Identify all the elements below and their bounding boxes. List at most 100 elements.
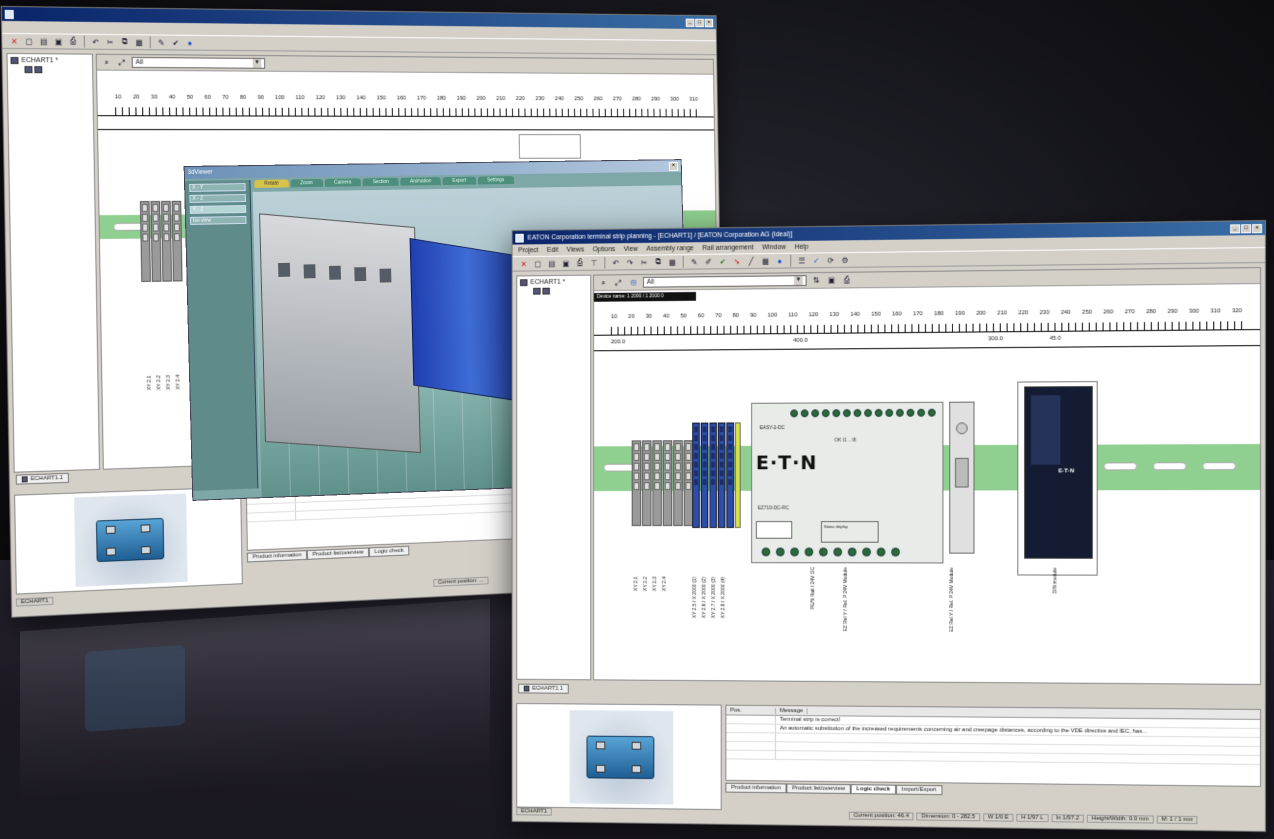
save-icon[interactable]: ▣ bbox=[560, 257, 571, 269]
globe-icon[interactable]: ● bbox=[774, 255, 785, 267]
eaton-dark-module[interactable]: E·T·N bbox=[1017, 381, 1098, 576]
open-folder-icon[interactable]: ▤ bbox=[38, 35, 50, 47]
tab-product-list[interactable]: Product list/overview bbox=[786, 783, 851, 795]
zoom-icon[interactable]: ⌕ bbox=[598, 277, 609, 289]
status-dimension: Dimension: 0 - 282.5 bbox=[916, 812, 980, 822]
search-icon[interactable]: ◎ bbox=[628, 277, 639, 289]
close-doc-icon[interactable]: ✕ bbox=[518, 258, 529, 270]
menu-rail-arrangement[interactable]: Rail arrangement bbox=[702, 244, 753, 251]
close-button[interactable]: × bbox=[1252, 223, 1263, 233]
tree-root[interactable]: ECHART1 * bbox=[520, 279, 587, 287]
viewer-tab[interactable]: Animation bbox=[400, 177, 442, 186]
close-button[interactable]: × bbox=[704, 18, 714, 27]
new-file-icon[interactable]: ▢ bbox=[532, 258, 543, 270]
filter-icon[interactable]: ⊤ bbox=[588, 257, 599, 269]
close-button[interactable]: × bbox=[668, 161, 679, 171]
tab-label: Product list/overview bbox=[312, 549, 364, 558]
zoom-icon[interactable]: ⌕ bbox=[101, 56, 113, 68]
pen-icon[interactable]: ✎ bbox=[688, 256, 699, 268]
new-file-icon[interactable]: ▢ bbox=[23, 35, 35, 47]
paste-icon[interactable]: ▦ bbox=[133, 36, 145, 48]
front-filter-combo[interactable]: All ▼ bbox=[643, 275, 807, 288]
menu-window[interactable]: Window bbox=[762, 244, 786, 251]
tab-product-information[interactable]: Product information bbox=[246, 550, 308, 563]
menu-views[interactable]: Views bbox=[567, 246, 584, 253]
menu-view[interactable]: View bbox=[624, 245, 638, 252]
copy-icon[interactable]: ⧉ bbox=[652, 256, 663, 268]
app-icon bbox=[515, 233, 524, 243]
print-icon[interactable]: ⎙ bbox=[67, 36, 79, 48]
tab-product-list[interactable]: Product list/overview bbox=[306, 547, 370, 560]
viewer-tab[interactable]: Export bbox=[442, 176, 476, 186]
copy-icon[interactable]: ⧉ bbox=[119, 36, 131, 48]
paste-icon[interactable]: ▦ bbox=[667, 256, 678, 268]
menu-edit[interactable]: Edit bbox=[547, 246, 558, 253]
fit-icon[interactable]: ⤢ bbox=[613, 277, 624, 289]
arrow-icon[interactable]: ➘ bbox=[731, 255, 742, 267]
brush-icon[interactable]: ✐ bbox=[703, 256, 714, 268]
eaton-plc-module[interactable]: EASY-2-DC E·T·N OK I1 .. I8 EZ719-DC-RC … bbox=[751, 401, 944, 564]
viewer-tab[interactable]: Section bbox=[362, 177, 399, 187]
menu-help[interactable]: Help bbox=[794, 243, 808, 250]
viewer-tab[interactable]: Rotate bbox=[254, 179, 289, 188]
minimize-button[interactable]: _ bbox=[1230, 223, 1241, 233]
tool-icon[interactable]: ✎ bbox=[155, 36, 167, 48]
ruler-number: 230 bbox=[1039, 310, 1050, 317]
tab-product-information[interactable]: Product information bbox=[725, 782, 787, 794]
device-label: XY 2.7 / X 2000 (3) bbox=[711, 576, 717, 619]
undo-icon[interactable]: ↶ bbox=[90, 36, 102, 48]
open-folder-icon[interactable]: ▤ bbox=[546, 258, 557, 270]
back-ruler: 10 20 30 40 50 60 70 80 90 100 110 120 130 140 150 160 1… bbox=[97, 94, 714, 118]
view-button[interactable]: X - Y bbox=[189, 183, 246, 192]
cut-icon[interactable]: ✂ bbox=[638, 256, 649, 268]
menu-options[interactable]: Options bbox=[593, 246, 616, 253]
sheet-tab[interactable]: ECHART1.1 bbox=[15, 472, 69, 485]
checkmark-icon[interactable]: ✔ bbox=[717, 256, 728, 268]
save-icon[interactable]: ▣ bbox=[52, 35, 64, 47]
ruler-number: 160 bbox=[396, 95, 407, 102]
print-icon[interactable]: ⎙ bbox=[574, 257, 585, 269]
plc-status-panel: Status display bbox=[820, 521, 879, 543]
grid-icon[interactable]: ▦ bbox=[760, 255, 771, 267]
ruler-number: 120 bbox=[315, 95, 326, 102]
print-icon[interactable]: ⎙ bbox=[841, 274, 853, 286]
front-canvas-toolbar: ⌕ ⤢ ◎ All ▼ ⇅ ▣ ⎙ bbox=[594, 268, 1261, 292]
back-terminal-block bbox=[139, 200, 183, 282]
view-button[interactable]: Iso view bbox=[189, 215, 247, 225]
sheet-tab[interactable]: ECHART1.1 bbox=[518, 683, 569, 694]
tab-logic-check[interactable]: Logic check bbox=[368, 545, 410, 558]
minimize-button[interactable]: _ bbox=[685, 18, 695, 27]
back-product-preview bbox=[14, 486, 243, 595]
settings-icon[interactable]: ⚙ bbox=[839, 254, 851, 266]
info-icon[interactable]: ● bbox=[184, 37, 196, 49]
viewer-tab[interactable]: Camera bbox=[324, 178, 362, 187]
refresh-icon[interactable]: ⟳ bbox=[825, 254, 837, 266]
viewer-tab[interactable]: Settings bbox=[477, 176, 514, 185]
ruler-number: 130 bbox=[336, 95, 346, 102]
tree-root[interactable]: ECHART1 * bbox=[10, 56, 90, 65]
close-doc-icon[interactable]: ✕ bbox=[8, 35, 20, 47]
verify-icon[interactable]: ✓ bbox=[810, 254, 822, 266]
maximize-button[interactable]: □ bbox=[695, 18, 704, 27]
list-icon[interactable]: ☰ bbox=[796, 255, 807, 267]
tab-import-export[interactable]: Import/Export bbox=[895, 784, 943, 796]
cut-icon[interactable]: ✂ bbox=[104, 36, 116, 48]
menu-project[interactable]: Project bbox=[518, 247, 538, 254]
maximize-button[interactable]: □ bbox=[1241, 223, 1252, 233]
redo-icon[interactable]: ↷ bbox=[624, 257, 635, 269]
tab-logic-check[interactable]: Logic check bbox=[850, 784, 896, 795]
sort-icon[interactable]: ⇅ bbox=[810, 274, 822, 286]
back-filter-combo[interactable]: All ▼ bbox=[131, 56, 266, 69]
view-button[interactable]: X - Z bbox=[189, 194, 246, 203]
viewer-tab[interactable]: Zoom bbox=[290, 178, 323, 188]
fit-icon[interactable]: ⤢ bbox=[116, 56, 128, 68]
undo-icon[interactable]: ↶ bbox=[610, 257, 621, 269]
relay-module[interactable] bbox=[949, 401, 975, 554]
save-icon[interactable]: ▣ bbox=[826, 274, 838, 286]
check-icon[interactable]: ✔ bbox=[170, 37, 182, 49]
menu-assembly-range[interactable]: Assembly range bbox=[646, 245, 694, 252]
rail-icon bbox=[542, 287, 550, 295]
ruler-number: 90 bbox=[257, 95, 264, 101]
line-icon[interactable]: ╱ bbox=[745, 255, 756, 267]
view-button[interactable]: Y - Z bbox=[189, 204, 247, 214]
